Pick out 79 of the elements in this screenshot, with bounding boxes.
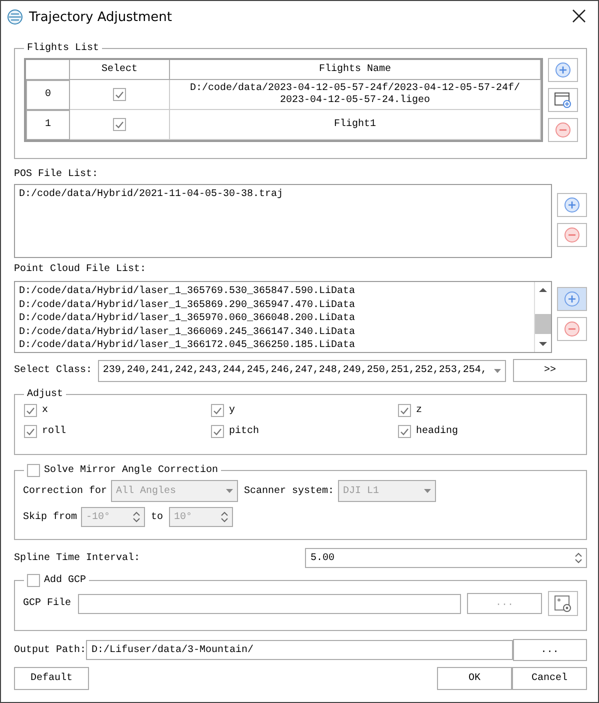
add-window-button[interactable]: [548, 88, 578, 112]
checkbox[interactable]: [24, 404, 37, 417]
corner-header: [26, 60, 70, 80]
option-label: y: [229, 405, 236, 416]
expand-button[interactable]: >>: [513, 359, 587, 382]
group-title: Adjust: [27, 389, 64, 400]
dropdown-caret-icon: [424, 489, 432, 493]
field-label: Select Class:: [14, 365, 94, 376]
spin-arrows-icon[interactable]: [575, 552, 582, 564]
list-item[interactable]: D:/code/data/Hybrid/laser_1_365769.530_365847.590.LiData: [19, 285, 534, 299]
list-item[interactable]: D:/code/data/Hybrid/laser_1_366069.245_366147.340.LiData: [19, 326, 534, 340]
list-item[interactable]: D:/code/data/Hybrid/2021-11-04-05-30-38.traj: [19, 188, 547, 202]
list-item[interactable]: D:/code/data/Hybrid/laser_1_365970.060_366048.200.LiData: [19, 312, 534, 326]
spin-arrows-icon[interactable]: [221, 511, 228, 523]
remove-pos-button[interactable]: [557, 223, 587, 247]
checkbox[interactable]: [211, 425, 224, 438]
checkbox[interactable]: [27, 574, 40, 587]
dropdown-caret-icon: [494, 368, 502, 372]
dialog-button[interactable]: Default: [14, 667, 89, 690]
list-item[interactable]: D:/code/data/Hybrid/laser_1_366172.045_366250.185.LiData: [19, 339, 534, 353]
checkbox[interactable]: [24, 425, 37, 438]
window-add-icon: [554, 92, 572, 108]
field-label: Spline Time Interval:: [14, 552, 142, 564]
add-icon: [555, 62, 571, 78]
column-header: Flights Name: [170, 60, 541, 80]
list-item[interactable]: D:/code/data/Hybrid/laser_1_365869.290_365947.470.LiData: [19, 298, 534, 312]
field-label: Correction for: [23, 486, 108, 496]
add-icon: [564, 291, 580, 307]
dialog-button[interactable]: OK: [437, 667, 512, 690]
group-title: Flights List: [27, 43, 100, 54]
section-label: POS File List:: [14, 169, 100, 180]
remove-icon: [555, 122, 571, 138]
add-flight-button[interactable]: [548, 58, 578, 82]
field-label: to: [151, 512, 164, 522]
checkbox[interactable]: [398, 404, 411, 417]
checkbox[interactable]: [398, 425, 411, 438]
add-pos-button[interactable]: [557, 193, 587, 217]
output-path-field[interactable]: D:/Lifuser/data/3-Mountain/: [86, 640, 513, 660]
scrollbar[interactable]: [534, 282, 551, 352]
app-logo-icon: [7, 9, 23, 25]
checkbox[interactable]: [113, 118, 126, 131]
checkbox[interactable]: [211, 404, 224, 417]
field-label: Scanner system:: [244, 486, 334, 496]
close-button[interactable]: [572, 9, 588, 25]
dropdown-caret-icon: [226, 489, 234, 493]
point-cloud-file-list[interactable]: [14, 281, 552, 353]
remove-icon: [564, 227, 580, 243]
spline-interval-spinbox[interactable]: 5.00: [305, 548, 587, 568]
option-label: heading: [416, 426, 458, 437]
field-label: Skip from: [23, 512, 78, 522]
dialog-button[interactable]: Cancel: [512, 667, 587, 690]
remove-flight-button[interactable]: [548, 118, 578, 142]
field-label: Output Path:: [14, 644, 86, 656]
group-title: Solve Mirror Angle Correction: [44, 465, 218, 476]
class-dropdown[interactable]: 239,240,241,242,243,244,245,246,247,248,249,250,251,252,253,254,: [98, 360, 506, 382]
add-icon: [564, 197, 580, 213]
picture-settings-icon: [554, 594, 572, 612]
spin-arrows-icon[interactable]: [133, 511, 140, 523]
column-header: Select: [70, 60, 170, 80]
option-label: x: [42, 405, 48, 416]
window-title: Trajectory Adjustment: [29, 10, 173, 24]
group-title: Add GCP: [44, 575, 86, 586]
flight-name-cell: D:/code/data/2023-04-12-05-57-24f/2023-04-12-05-57-24f/ 2023-04-12-05-57-24.ligeo: [170, 80, 541, 110]
checkbox[interactable]: [27, 464, 40, 477]
pos-file-list[interactable]: D:/code/data/Hybrid/2021-11-04-05-30-38.traj: [14, 184, 552, 258]
row-index: 0: [26, 80, 70, 110]
gcp-settings-button[interactable]: [548, 591, 578, 616]
row-index: 1: [26, 110, 70, 140]
browse-button[interactable]: ...: [512, 639, 587, 661]
flight-name-cell: Flight1: [170, 110, 541, 140]
gcp-file-field[interactable]: [78, 594, 461, 614]
checkbox[interactable]: [113, 88, 126, 101]
field-label: GCP File: [23, 598, 72, 609]
remove-icon: [564, 321, 580, 337]
option-label: pitch: [229, 426, 260, 437]
option-label: roll: [42, 426, 66, 437]
option-label: z: [416, 405, 422, 416]
section-label: Point Cloud File List:: [14, 264, 148, 275]
remove-point-cloud-button[interactable]: [557, 317, 587, 341]
